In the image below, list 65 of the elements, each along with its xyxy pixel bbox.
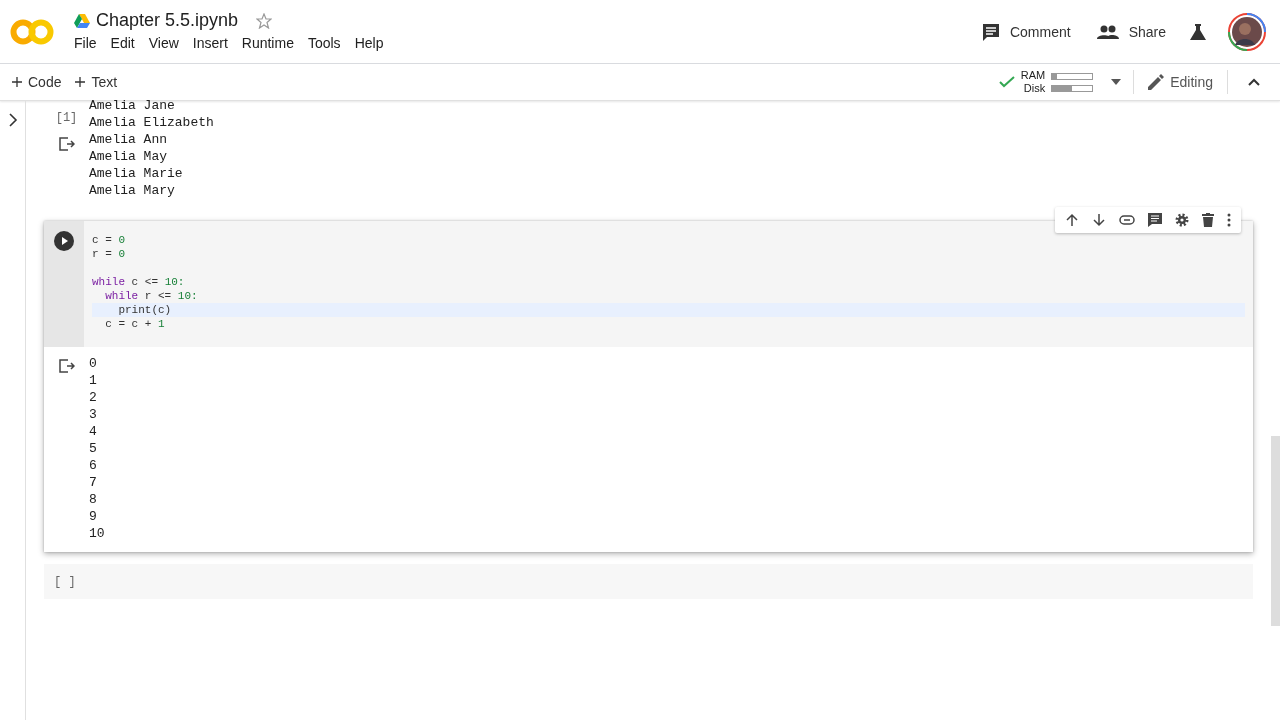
output-icon[interactable] <box>58 359 75 373</box>
star-icon[interactable] <box>256 12 273 29</box>
comment-button[interactable]: Comment <box>979 18 1073 45</box>
menu-item[interactable]: Insert <box>192 35 234 51</box>
output-line: Amelia Marie <box>89 165 184 182</box>
people-icon <box>1096 24 1119 39</box>
menu-item[interactable]: View <box>148 35 185 51</box>
output-icon[interactable] <box>58 137 75 151</box>
run-button[interactable] <box>54 231 74 251</box>
comment-icon[interactable] <box>1148 213 1162 227</box>
move-up-icon[interactable] <box>1065 213 1079 227</box>
execution-count: [1] <box>55 111 78 125</box>
comment-icon <box>981 22 1000 41</box>
output-line: Amelia Jane <box>89 97 176 114</box>
output-line: 3 <box>89 406 98 423</box>
output-line: Amelia May <box>89 148 168 165</box>
output-line: 1 <box>89 372 98 389</box>
settings-icon[interactable] <box>1175 213 1189 227</box>
more-icon[interactable] <box>1227 213 1231 227</box>
notebook-title[interactable]: Chapter 5.5.ipynb <box>96 10 239 31</box>
link-icon[interactable] <box>1119 215 1135 225</box>
output-line: 4 <box>89 423 98 440</box>
add-cell-button[interactable]: Text <box>73 70 120 94</box>
output-line: 0 <box>89 355 98 372</box>
code-line: c = 0 <box>92 234 125 246</box>
code-line: c = c + 1 <box>104 318 165 330</box>
menu-item[interactable]: Tools <box>307 35 347 51</box>
avatar[interactable] <box>1228 12 1266 51</box>
editing-button[interactable]: Editing <box>1146 70 1215 94</box>
output-line: Amelia Elizabeth <box>89 114 214 131</box>
code-line: while c <= 10: <box>92 276 185 288</box>
code-line: r = 0 <box>92 248 125 260</box>
menu-item[interactable]: Edit <box>110 35 141 51</box>
output-line: 9 <box>89 508 98 525</box>
menu-item[interactable]: Runtime <box>241 35 300 51</box>
output-line: 6 <box>89 457 98 474</box>
output-line: 5 <box>89 440 98 457</box>
output-line: 7 <box>89 474 98 491</box>
output-line: 8 <box>89 491 98 508</box>
plus-icon <box>75 77 86 87</box>
move-down-icon[interactable] <box>1092 213 1106 227</box>
code-line: while r <= 10: <box>104 290 198 302</box>
execution-count: [ ] <box>54 574 76 589</box>
output-line: Amelia Mary <box>89 182 176 199</box>
delete-icon[interactable] <box>1202 213 1214 227</box>
ram-label: RAM <box>1020 69 1046 82</box>
empty-code-cell[interactable]: [ ] <box>44 564 1253 599</box>
pencil-icon <box>1148 74 1165 90</box>
output-line: 2 <box>89 389 98 406</box>
disk-label: Disk <box>1023 82 1046 95</box>
collapse-icon[interactable] <box>1248 78 1260 86</box>
share-button[interactable]: Share <box>1094 19 1168 44</box>
output-line: Amelia Ann <box>89 131 168 148</box>
menu-item[interactable]: File <box>74 35 103 51</box>
drive-icon <box>74 13 90 28</box>
code-line: print(c) <box>117 304 172 316</box>
dropdown-icon[interactable] <box>1111 79 1122 85</box>
flask-icon[interactable] <box>1190 23 1206 40</box>
resources-indicator[interactable]: RAM Disk <box>998 69 1122 95</box>
add-cell-button[interactable]: Code <box>10 70 64 94</box>
menu-item[interactable]: Help <box>354 35 390 51</box>
output-line: 10 <box>89 525 105 542</box>
scrollbar-thumb[interactable] <box>1271 436 1280 626</box>
plus-icon <box>12 77 22 87</box>
expand-icon[interactable] <box>7 113 18 127</box>
